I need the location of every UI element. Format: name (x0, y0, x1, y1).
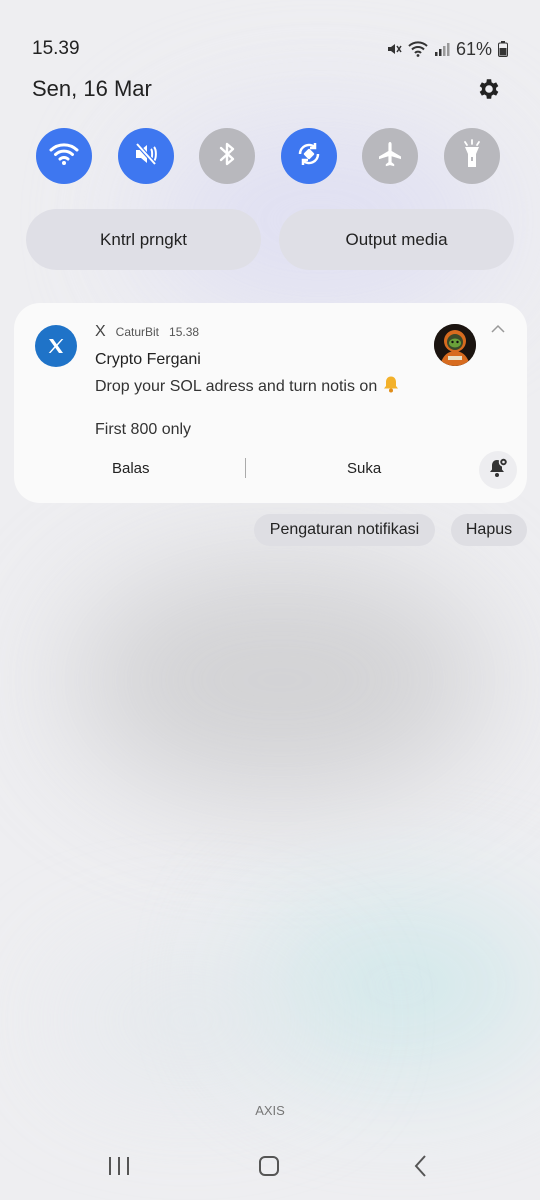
auto-rotate-toggle[interactable] (280, 128, 337, 184)
date-label: Sen, 16 Mar (32, 76, 152, 101)
like-button[interactable]: Suka (347, 460, 381, 477)
media-output-button[interactable]: Output media (279, 209, 514, 270)
quick-settings-toggles (36, 128, 500, 184)
back-icon (413, 1154, 429, 1183)
status-time: 15.39 (32, 38, 80, 59)
bluetooth-toggle[interactable] (199, 128, 256, 184)
wifi-toggle[interactable] (36, 128, 92, 184)
signal-icon (434, 41, 450, 57)
x-app-icon (35, 325, 77, 367)
action-divider (245, 458, 246, 478)
wifi-icon (49, 142, 79, 171)
battery-icon (498, 41, 508, 57)
home-icon (258, 1155, 280, 1182)
wifi-icon (408, 41, 428, 57)
notification-message-line-2: First 800 only (95, 421, 192, 438)
notification-account: CaturBit (115, 325, 160, 339)
bell-settings-icon (487, 456, 509, 484)
notification-message-text-1: Drop your SOL adress and turn notis on (95, 378, 378, 395)
sender-avatar (434, 324, 476, 366)
recent-apps-icon (107, 1155, 131, 1182)
notification-message-line-1: Drop your SOL adress and turn notis on (95, 374, 401, 399)
mute-icon (132, 140, 160, 173)
recent-apps-button[interactable] (100, 1152, 138, 1184)
notification-alert-button[interactable] (479, 451, 517, 489)
mute-icon (386, 41, 402, 57)
battery-percent: 61% (455, 38, 492, 59)
carrier-label: AXIS (255, 1103, 285, 1118)
airplane-mode-toggle[interactable] (362, 128, 419, 184)
bluetooth-icon (216, 140, 238, 173)
clear-notifications-button[interactable]: Hapus (451, 514, 527, 546)
status-icons: 61% (386, 39, 508, 60)
flashlight-toggle[interactable] (443, 128, 500, 184)
home-button[interactable] (250, 1152, 288, 1184)
device-control-button[interactable]: Kntrl prngkt (26, 209, 261, 270)
airplane-icon (376, 140, 404, 173)
notification-app-name: X (95, 323, 106, 340)
reply-button[interactable]: Balas (112, 460, 150, 477)
notification-header: X CaturBit 15.38 (95, 323, 199, 341)
rotate-icon (294, 139, 324, 174)
notification-settings-button[interactable]: Pengaturan notifikasi (254, 514, 435, 546)
bell-emoji-icon (381, 374, 401, 399)
notification-card[interactable]: X CaturBit 15.38 Crypto Fergani Drop you… (14, 303, 527, 503)
chevron-up-icon[interactable] (489, 322, 507, 336)
sound-mode-toggle[interactable] (117, 128, 174, 184)
gear-icon[interactable] (476, 76, 502, 102)
flashlight-icon (461, 138, 483, 174)
notification-sender: Crypto Fergani (95, 351, 201, 368)
back-button[interactable] (404, 1152, 438, 1184)
notification-time: 15.38 (169, 325, 200, 339)
navigation-bar (0, 1152, 540, 1184)
status-bar: 15.39 61% (32, 36, 508, 62)
